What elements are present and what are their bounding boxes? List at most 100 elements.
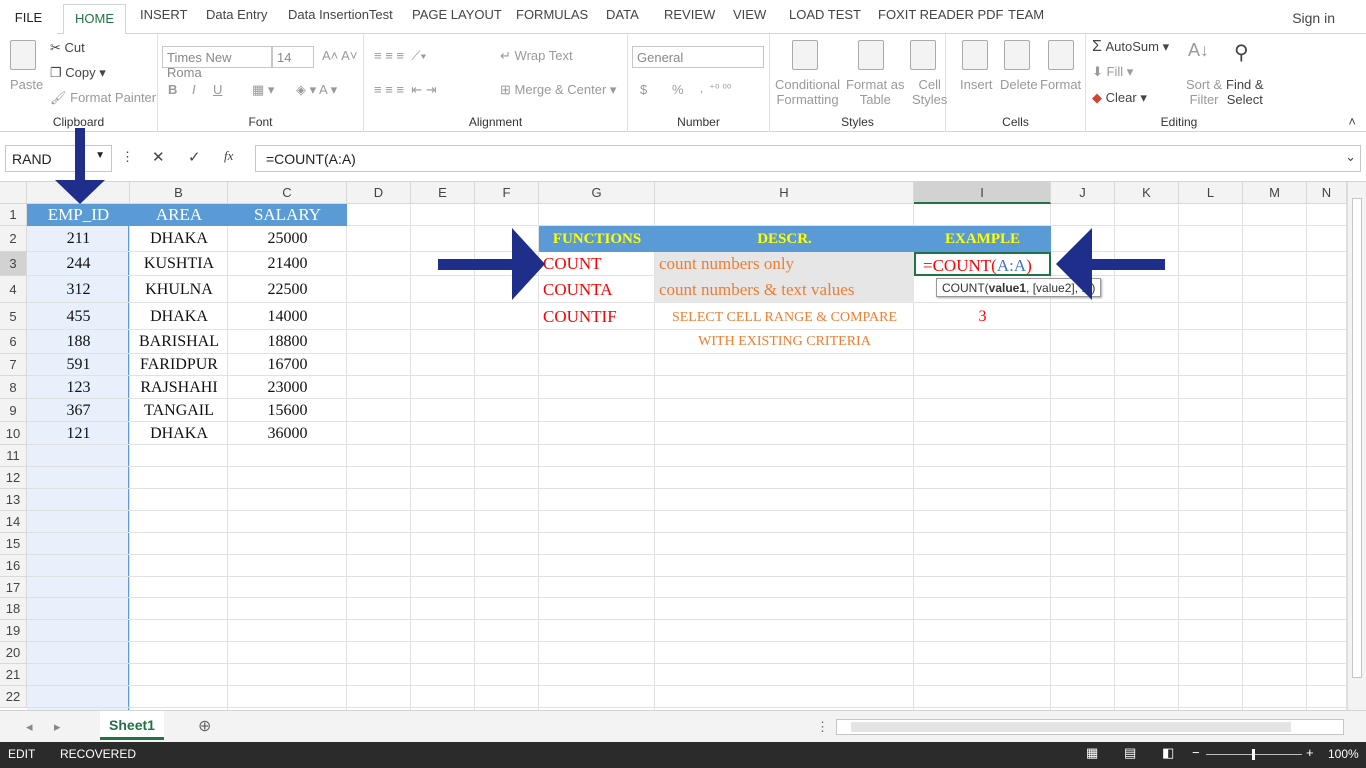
row-header[interactable]: 2 — [0, 226, 27, 252]
cancel-formula-icon[interactable]: ✕ — [152, 148, 165, 166]
find-select-button[interactable]: Find & Select — [1226, 77, 1264, 107]
table-row-cell[interactable]: 121 — [27, 422, 130, 445]
row-header[interactable]: 17 — [0, 577, 27, 598]
function-header-cell[interactable]: FUNCTIONS — [539, 226, 655, 252]
paste-icon[interactable] — [10, 40, 36, 70]
column-header[interactable]: F — [475, 182, 539, 204]
collapse-ribbon-icon[interactable]: ˄ — [1348, 114, 1356, 129]
row-header[interactable]: 12 — [0, 467, 27, 489]
tab-data-entry[interactable]: Data Entry — [206, 7, 267, 22]
tab-data[interactable]: DATA — [606, 7, 639, 22]
row-header[interactable]: 8 — [0, 376, 27, 399]
table-row-cell[interactable]: 312 — [27, 276, 130, 303]
underline-button[interactable]: U — [213, 82, 222, 97]
sheet-tab-sheet1[interactable]: Sheet1 — [100, 711, 164, 740]
horizontal-scrollbar[interactable] — [836, 719, 1344, 735]
font-size-combo[interactable]: 14 — [272, 46, 314, 68]
tab-view[interactable]: VIEW — [733, 7, 766, 22]
tab-data-insertion-test[interactable]: Data InsertionTest — [288, 7, 393, 22]
expand-formula-icon[interactable]: ⌄ — [1345, 149, 1356, 165]
tab-formulas[interactable]: FORMULAS — [516, 7, 588, 22]
table-header-cell[interactable]: SALARY — [228, 204, 347, 226]
row-header[interactable]: 9 — [0, 399, 27, 422]
paste-button[interactable]: Paste — [10, 77, 43, 92]
bold-button[interactable]: B — [168, 82, 177, 97]
normal-view-icon[interactable]: ▦ — [1086, 745, 1098, 761]
desc-cell-count[interactable]: count numbers only — [655, 252, 914, 276]
currency-button[interactable]: $ — [640, 82, 647, 97]
chevron-down-icon[interactable]: ▼ — [95, 150, 105, 161]
row-header[interactable]: 10 — [0, 422, 27, 445]
table-row-cell[interactable]: RAJSHAHI — [130, 376, 228, 399]
zoom-level[interactable]: 100% — [1328, 747, 1359, 761]
tab-team[interactable]: TEAM — [1008, 7, 1044, 22]
table-row-cell[interactable]: 211 — [27, 226, 130, 252]
fill-button[interactable]: ⬇ Fill ▾ — [1092, 64, 1133, 80]
row-header[interactable]: 14 — [0, 511, 27, 533]
vertical-align-icons[interactable]: ≡ ≡ ≡ ⟋▾ — [374, 48, 427, 64]
row-header[interactable]: 20 — [0, 642, 27, 664]
table-row-cell[interactable]: TANGAIL — [130, 399, 228, 422]
conditional-formatting-button[interactable]: Conditional Formatting — [775, 77, 840, 107]
table-row-cell[interactable]: 23000 — [228, 376, 347, 399]
sheet-splitter-icon[interactable]: ⋮ — [816, 719, 829, 735]
table-row-cell[interactable]: DHAKA — [130, 422, 228, 445]
enter-formula-icon[interactable]: ✓ — [188, 148, 201, 166]
row-header[interactable]: 4 — [0, 276, 27, 303]
row-header[interactable]: 6 — [0, 330, 27, 354]
tab-file[interactable]: FILE — [0, 0, 57, 34]
column-header[interactable]: K — [1115, 182, 1179, 204]
more-options-icon[interactable]: ⋮ — [121, 149, 134, 165]
page-break-view-icon[interactable]: ◧ — [1162, 745, 1174, 761]
column-header[interactable]: C — [228, 182, 347, 204]
tab-review[interactable]: REVIEW — [664, 7, 715, 22]
column-header[interactable]: E — [411, 182, 475, 204]
row-header[interactable]: 7 — [0, 354, 27, 376]
select-all-corner[interactable] — [0, 182, 27, 204]
spreadsheet-grid[interactable]: A B C D E F G H I J K L M N 1 2 3 4 5 6 7 8 9 10 11 12 13 14 15 16 17 1… — [0, 182, 1347, 710]
table-row-cell[interactable]: 18800 — [228, 330, 347, 354]
table-row-cell[interactable]: 367 — [27, 399, 130, 422]
next-sheet-icon[interactable]: ▸ — [54, 719, 61, 735]
column-header[interactable]: G — [539, 182, 655, 204]
column-header[interactable]: L — [1179, 182, 1243, 204]
table-row-cell[interactable]: 244 — [27, 252, 130, 276]
merge-center-button[interactable]: ⊞ Merge & Center ▾ — [500, 82, 616, 98]
function-header-cell[interactable]: DESCR. — [655, 226, 914, 252]
desc-cell-countif-2[interactable]: WITH EXISTING CRITERIA — [655, 330, 914, 354]
tab-foxit-reader-pdf[interactable]: FOXIT READER PDF — [878, 7, 1003, 22]
desc-cell-countif-1[interactable]: SELECT CELL RANGE & COMPARE — [655, 303, 914, 330]
comma-decimal-icons[interactable]: , ⁺⁰ ⁰⁰ — [700, 82, 731, 95]
zoom-in-icon[interactable]: + — [1306, 745, 1314, 760]
table-row-cell[interactable]: 15600 — [228, 399, 347, 422]
zoom-slider-thumb[interactable] — [1252, 749, 1255, 760]
column-header[interactable]: N — [1307, 182, 1347, 204]
autosum-button[interactable]: Σ AutoSum ▾ — [1092, 38, 1169, 56]
row-header[interactable]: 5 — [0, 303, 27, 330]
row-header[interactable]: 19 — [0, 620, 27, 642]
prev-sheet-icon[interactable]: ◂ — [26, 719, 33, 735]
italic-button[interactable]: I — [192, 82, 196, 97]
function-name-count[interactable]: COUNT — [539, 252, 655, 276]
row-header[interactable]: 13 — [0, 489, 27, 511]
row-header[interactable]: 22 — [0, 686, 27, 708]
insert-function-icon[interactable]: fx — [224, 148, 233, 164]
table-row-cell[interactable]: 16700 — [228, 354, 347, 376]
column-header[interactable]: D — [347, 182, 411, 204]
desc-cell-counta[interactable]: count numbers & text values — [655, 276, 914, 303]
table-row-cell[interactable]: 591 — [27, 354, 130, 376]
table-row-cell[interactable]: KHULNA — [130, 276, 228, 303]
table-row-cell[interactable]: 25000 — [228, 226, 347, 252]
sign-in-link[interactable]: Sign in — [1292, 10, 1335, 26]
delete-button[interactable]: Delete — [1000, 77, 1038, 92]
percent-button[interactable]: % — [672, 82, 684, 97]
name-box[interactable]: RAND ▼ — [5, 145, 112, 172]
row-header[interactable]: 21 — [0, 664, 27, 686]
table-row-cell[interactable]: 36000 — [228, 422, 347, 445]
table-row-cell[interactable]: 188 — [27, 330, 130, 354]
tab-load-test[interactable]: LOAD TEST — [789, 7, 861, 22]
table-row-cell[interactable]: KUSHTIA — [130, 252, 228, 276]
example-cell-countif[interactable]: 3 — [914, 303, 1051, 330]
format-button[interactable]: Format — [1040, 77, 1081, 92]
cut-button[interactable]: ✂ Cut — [50, 40, 85, 56]
